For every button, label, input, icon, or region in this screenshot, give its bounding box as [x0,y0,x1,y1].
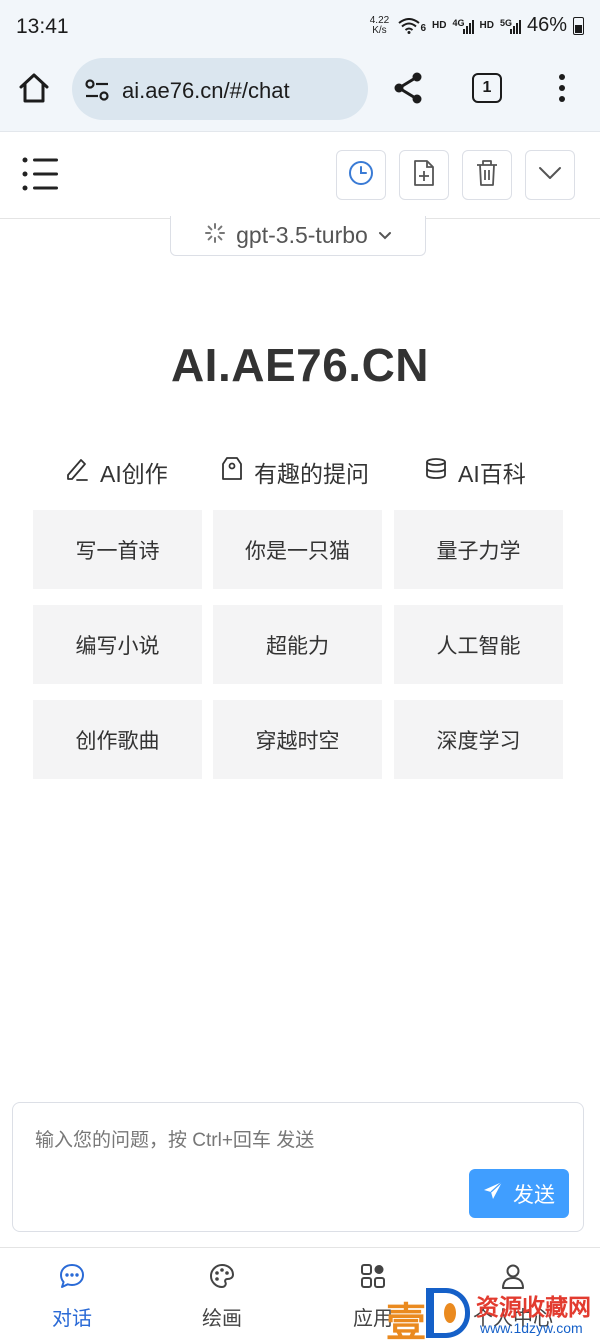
nav-item-drawing[interactable]: 绘画 [167,1262,277,1332]
site-settings-icon[interactable] [84,78,110,102]
net-speed: 4.22 K/s [369,14,390,36]
home-icon[interactable] [16,70,52,106]
prompt-card[interactable]: 创作歌曲 [33,700,202,779]
nav-item-chat[interactable]: 对话 [17,1262,127,1332]
delete-button[interactable] [462,150,512,200]
watermark-d-shape [426,1288,470,1338]
status-indicators: 4.22 K/s 6 HD 4G HD 5G 46% [366,14,584,37]
browser-toolbar: ai.ae76.cn/#/chat 1 [0,52,600,132]
prompt-card[interactable]: 量子力学 [394,510,563,589]
address-bar[interactable]: ai.ae76.cn/#/chat [72,58,368,120]
more-options-icon[interactable] [550,70,574,106]
status-bar: 13:41 4.22 K/s 6 HD 4G HD 5G 46% [0,0,600,52]
app-header [0,133,600,219]
collapse-button[interactable] [525,150,575,200]
model-selector[interactable]: gpt-3.5-turbo [170,216,426,256]
prompt-card[interactable]: 你是一只猫 [213,510,382,589]
history-button[interactable] [336,150,386,200]
apps-grid-icon [359,1262,387,1296]
prompt-card[interactable]: 编写小说 [33,605,202,684]
signal-4g-icon: 4G [452,18,474,34]
category-heading-fun-questions: 有趣的提问 [220,454,369,490]
loading-spinner-icon [204,222,226,249]
new-chat-button[interactable] [399,150,449,200]
clock-icon [348,160,374,191]
status-time: 13:41 [16,15,69,38]
chevron-down-icon [538,166,562,185]
paper-plane-icon [483,1181,503,1207]
menu-list-icon[interactable] [22,156,60,192]
watermark-logo: 壹 资源收藏网 www.1dzyw.com [386,1288,600,1342]
model-name: gpt-3.5-turbo [236,222,368,248]
tab-switcher-button[interactable]: 1 [472,73,502,103]
prompt-card[interactable]: 人工智能 [394,605,563,684]
wifi-icon: 6 [398,17,426,34]
message-composer: 发送 [12,1102,584,1232]
battery-percent: 46% [526,14,567,36]
hd-badge: HD [479,20,494,31]
battery-icon [573,16,584,35]
share-icon[interactable] [390,70,426,106]
hd-badge: HD [432,20,447,31]
send-button[interactable]: 发送 [469,1169,569,1218]
tag-icon [220,456,244,488]
prompt-card[interactable]: 深度学习 [394,700,563,779]
palette-icon [208,1262,236,1296]
chevron-down-icon [378,227,392,245]
prompt-card[interactable]: 穿越时空 [213,700,382,779]
file-add-icon [412,159,436,192]
url-text[interactable]: ai.ae76.cn/#/chat [122,78,290,104]
brand-title: AI.AE76.CN [170,339,430,391]
chat-bubble-icon [58,1262,86,1296]
database-icon [424,457,448,487]
signal-5g-icon: 5G [500,18,521,34]
category-heading-ai-encyclopedia: AI百科 [424,454,526,490]
category-heading-ai-creation: AI创作 [64,454,168,490]
prompt-card[interactable]: 超能力 [213,605,382,684]
trash-icon [475,159,499,192]
prompt-card[interactable]: 写一首诗 [33,510,202,589]
pencil-icon [64,456,90,488]
